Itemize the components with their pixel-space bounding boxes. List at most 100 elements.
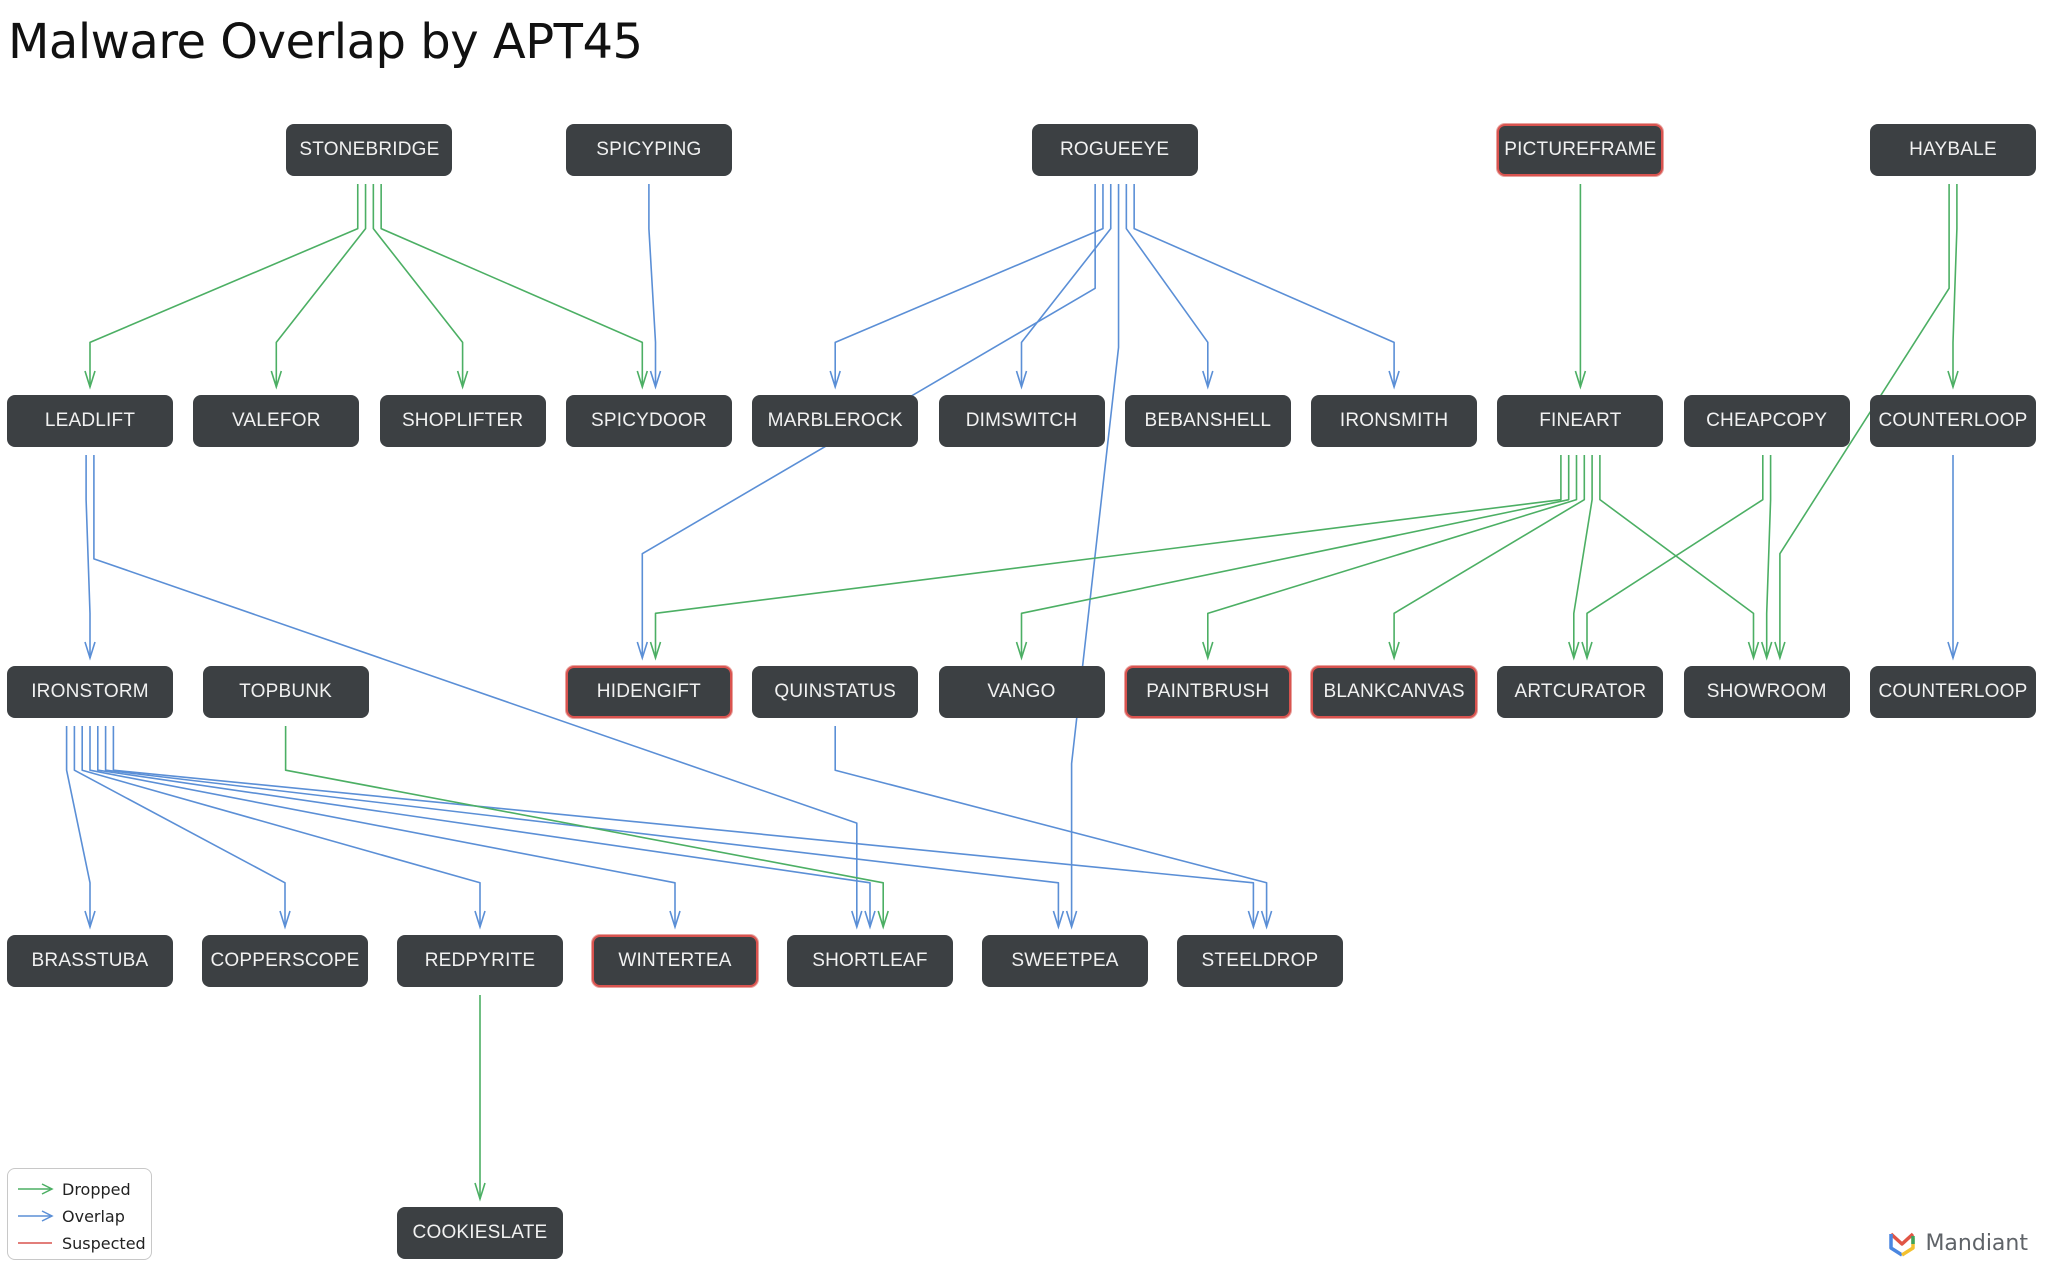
node-spicyping[interactable]: SPICYPING [565, 124, 732, 176]
node-label: PICTUREFRAME [1504, 139, 1657, 160]
node-topbunk[interactable]: TOPBUNK [202, 666, 369, 718]
node-wintertea[interactable]: WINTERTEA [592, 935, 758, 987]
node-steeldrop[interactable]: STEELDROP [1177, 935, 1343, 987]
legend-label: Dropped [62, 1179, 131, 1199]
edge-overlap-rogueeye-to-dimswitch [1020, 184, 1112, 387]
edge-dropped-fineart-to-showroom [1599, 455, 1755, 658]
node-counterloop-a[interactable]: COUNTERLOOP [1870, 395, 2036, 447]
edge-layer [65, 184, 1959, 1202]
node-label: SWEETPEA [1011, 950, 1119, 971]
edge-overlap-rogueeye-to-ironsmith [1133, 184, 1395, 387]
edge-overlap-ironstorm-to-shortleaf [97, 726, 871, 927]
node-shortleaf[interactable]: SHORTLEAF [787, 935, 953, 987]
node-label: HIDENGIFT [596, 681, 701, 702]
node-label: SHOPLIFTER [401, 410, 524, 431]
node-label: QUINSTATUS [774, 681, 896, 702]
mandiant-shield-icon [1889, 1232, 1916, 1257]
edge-dropped-stonebridge-to-valefor [275, 184, 367, 387]
node-label: COPPERSCOPE [210, 950, 360, 971]
node-label: SHORTLEAF [812, 950, 928, 971]
edge-dropped-stonebridge-to-leadlift [89, 184, 359, 387]
edge-dropped-stonebridge-to-spicydoor [380, 184, 644, 387]
node-label: IRONSTORM [31, 681, 149, 702]
node-label: COUNTERLOOP [1878, 410, 2028, 431]
node-label: COOKIESLATE [412, 1222, 548, 1243]
edge-dropped-cheapcopy-to-artcurator [1586, 455, 1764, 658]
node-valefor[interactable]: VALEFOR [193, 395, 360, 447]
line-suspected-icon [18, 1242, 52, 1244]
node-fineart[interactable]: FINEART [1497, 395, 1664, 447]
node-label: CHEAPCOPY [1706, 410, 1828, 431]
edge-dropped-fineart-to-paintbrush [1207, 455, 1578, 658]
node-label: ARTCURATOR [1514, 681, 1647, 702]
edge-overlap-quinstatus-to-steeldrop [834, 726, 1268, 927]
node-vango[interactable]: VANGO [938, 666, 1105, 718]
node-pictureframe[interactable]: PICTUREFRAME [1497, 124, 1664, 176]
node-sweetpea[interactable]: SWEETPEA [982, 935, 1148, 987]
node-label: BRASSTUBA [31, 950, 149, 971]
legend: Dropped Overlap Suspected [7, 1168, 152, 1260]
node-label: WINTERTEA [618, 950, 732, 971]
node-stonebridge[interactable]: STONEBRIDGE [286, 124, 453, 176]
node-label: ROGUEEYE [1059, 139, 1170, 160]
edge-dropped-fineart-to-blankcanvas [1393, 455, 1586, 658]
node-label: VANGO [987, 681, 1056, 702]
edge-dropped-haybale-to-counterloop_a [1952, 184, 1958, 387]
node-cheapcopy[interactable]: CHEAPCOPY [1683, 395, 1850, 447]
node-leadlift[interactable]: LEADLIFT [7, 395, 173, 447]
node-label: LEADLIFT [44, 410, 136, 431]
node-label: REDPYRITE [424, 950, 536, 971]
node-label: STEELDROP [1201, 950, 1319, 971]
node-label: IRONSMITH [1339, 410, 1449, 431]
edge-dropped-stonebridge-to-shoplifter [372, 184, 464, 387]
edge-overlap-ironstorm-to-redpyrite [81, 726, 481, 927]
node-label: TOPBUNK [239, 681, 333, 702]
legend-label: Suspected [62, 1233, 146, 1253]
node-label: COUNTERLOOP [1878, 681, 2028, 702]
node-showroom[interactable]: SHOWROOM [1683, 666, 1850, 718]
node-label: DIMSWITCH [965, 410, 1078, 431]
node-quinstatus[interactable]: QUINSTATUS [752, 666, 919, 718]
node-artcurator[interactable]: ARTCURATOR [1497, 666, 1664, 718]
node-redpyrite[interactable]: REDPYRITE [397, 935, 563, 987]
node-hidengift[interactable]: HIDENGIFT [565, 666, 732, 718]
node-haybale[interactable]: HAYBALE [1870, 124, 2036, 176]
node-label: MARBLEROCK [767, 410, 903, 431]
node-label: BLANKCANVAS [1323, 681, 1465, 702]
node-paintbrush[interactable]: PAINTBRUSH [1124, 666, 1291, 718]
edge-overlap-rogueeye-to-bebanshell [1125, 184, 1209, 387]
node-label: STONEBRIDGE [299, 139, 440, 160]
node-label: BEBANSHELL [1144, 410, 1272, 431]
node-cookieslate[interactable]: COOKIESLATE [397, 1207, 563, 1259]
arrow-overlap-icon [18, 1210, 54, 1222]
node-ironstorm[interactable]: IRONSTORM [7, 666, 173, 718]
edge-overlap-ironstorm-to-brasstuba [65, 726, 91, 927]
node-brasstuba[interactable]: BRASSTUBA [7, 935, 173, 987]
legend-item-suspected: Suspected [16, 1231, 146, 1255]
legend-item-overlap: Overlap [16, 1204, 125, 1228]
node-ironsmith[interactable]: IRONSMITH [1311, 395, 1478, 447]
mandiant-logo: Mandiant [1887, 1228, 2028, 1258]
edge-dropped-topbunk-to-shortleaf [284, 726, 884, 927]
node-label: HAYBALE [1909, 139, 1997, 160]
edge-overlap-leadlift-to-ironstorm [85, 455, 91, 658]
node-bebanshell[interactable]: BEBANSHELL [1124, 395, 1291, 447]
edge-overlap-rogueeye-to-marblerock [834, 184, 1104, 387]
node-dimswitch[interactable]: DIMSWITCH [938, 395, 1105, 447]
node-label: VALEFOR [231, 410, 321, 431]
node-counterloop-b[interactable]: COUNTERLOOP [1870, 666, 2036, 718]
node-label: SHOWROOM [1706, 681, 1827, 702]
node-label: SPICYDOOR [590, 410, 707, 431]
node-copperscope[interactable]: COPPERSCOPE [202, 935, 368, 987]
node-marblerock[interactable]: MARBLEROCK [752, 395, 919, 447]
edge-overlap-spicyping-to-spicydoor [648, 184, 657, 387]
legend-item-dropped: Dropped [16, 1177, 131, 1201]
legend-label: Overlap [62, 1206, 125, 1226]
brand-name: Mandiant [1925, 1230, 2028, 1256]
node-rogueeye[interactable]: ROGUEEYE [1031, 124, 1198, 176]
node-spicydoor[interactable]: SPICYDOOR [565, 395, 732, 447]
node-blankcanvas[interactable]: BLANKCANVAS [1311, 666, 1478, 718]
node-shoplifter[interactable]: SHOPLIFTER [379, 395, 546, 447]
arrow-dropped-icon [18, 1183, 54, 1195]
edge-dropped-fineart-to-hidengift [654, 455, 1562, 658]
